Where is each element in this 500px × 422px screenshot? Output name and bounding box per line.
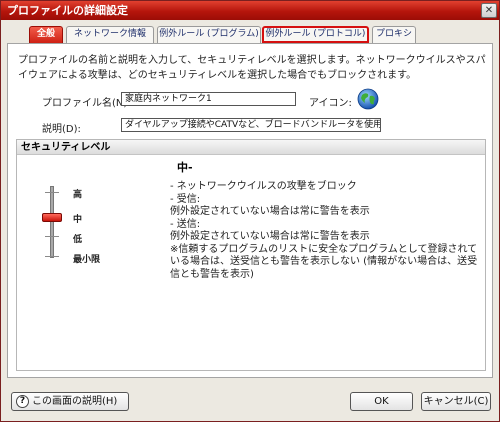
title-bar: プロファイルの詳細設定 ✕ xyxy=(1,1,499,20)
slider-tick xyxy=(45,236,59,237)
help-button-label: この画面の説明(H) xyxy=(32,396,118,407)
ok-button[interactable]: OK xyxy=(350,392,413,411)
profile-name-input[interactable]: 家庭内ネットワーク1 xyxy=(121,92,296,106)
profile-description-text: プロファイルの名前と説明を入力して、セキュリティレベルを選択します。ネットワーク… xyxy=(18,55,486,81)
security-level-header: セキュリティレベル xyxy=(17,140,485,155)
question-icon: ? xyxy=(16,394,29,408)
level-low-label: 低 xyxy=(73,235,83,245)
tab-network-info[interactable]: ネットワーク情報 xyxy=(66,26,154,43)
icon-label: アイコン: xyxy=(309,98,352,109)
tab-general[interactable]: 全般 xyxy=(29,26,63,44)
slider-tick xyxy=(45,256,59,257)
window-title: プロファイルの詳細設定 xyxy=(7,4,128,17)
level-minimum-label: 最小限 xyxy=(73,255,101,265)
help-button[interactable]: ? この画面の説明(H) xyxy=(11,392,129,411)
selected-level-title: 中- xyxy=(177,161,193,174)
cancel-button[interactable]: キャンセル(C) xyxy=(421,392,491,411)
slider-tick xyxy=(45,192,59,193)
globe-icon[interactable] xyxy=(357,88,379,110)
tab-exception-protocols[interactable]: 例外ルール (プロトコル) xyxy=(262,26,369,43)
security-level-slider-track[interactable] xyxy=(50,186,54,258)
explanation-label: 説明(D): xyxy=(42,124,81,135)
profile-settings-dialog: プロファイルの詳細設定 ✕ 全般 ネットワーク情報 例外ルール (プログラム) … xyxy=(0,0,500,422)
security-level-slider-thumb[interactable] xyxy=(42,213,62,222)
tab-exception-programs[interactable]: 例外ルール (プログラム) xyxy=(157,26,261,43)
tab-proxy[interactable]: プロキシ xyxy=(372,26,416,43)
close-button[interactable]: ✕ xyxy=(481,3,497,18)
level-high-label: 高 xyxy=(73,190,83,200)
selected-level-details: - ネットワークウイルスの攻撃をブロック - 受信: 例外設定されていない場合は… xyxy=(170,181,478,280)
close-icon: ✕ xyxy=(484,5,494,16)
general-panel: プロファイルの名前と説明を入力して、セキュリティレベルを選択します。ネットワーク… xyxy=(7,43,493,378)
profile-name-label: プロファイル名(N): xyxy=(42,98,131,109)
explanation-input[interactable]: ダイヤルアップ接続やCATVなど、ブロードバンドルータを使用しな xyxy=(121,118,381,132)
level-medium-label: 中 xyxy=(73,215,83,225)
security-level-group: セキュリティレベル 高 中 低 最小限 中- - ネットワークウイルスの攻撃をブ… xyxy=(16,139,486,371)
